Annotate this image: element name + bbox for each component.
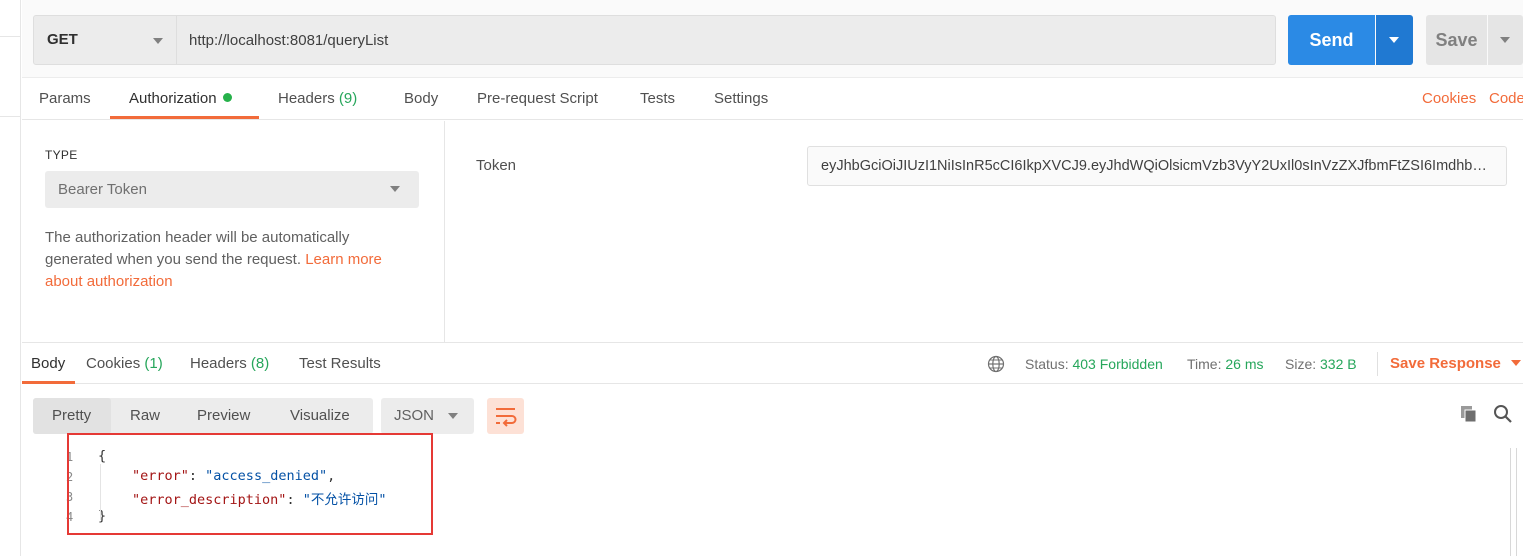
view-mode-tabs: Pretty Raw Preview Visualize [33,398,373,434]
copy-icon[interactable] [1459,404,1479,424]
tab-pre-request-script[interactable]: Pre-request Script [477,90,598,107]
auth-type-value: Bearer Token [58,181,147,198]
auth-token-panel: Token eyJhbGciOiJIUzI1NiIsInR5cCI6IkpXVC… [446,121,1523,342]
chevron-down-icon [1510,360,1521,366]
tab-label: Authorization [129,90,217,107]
active-tab-indicator [110,116,259,119]
wrap-icon [496,408,517,427]
status-dot-icon [222,93,232,102]
tab-response-cookies[interactable]: Cookies (1) [86,355,163,372]
tab-response-headers[interactable]: Headers (8) [190,355,269,372]
tab-tests[interactable]: Tests [640,90,675,107]
format-value: JSON [394,407,435,424]
tab-authorization[interactable]: Authorization [129,90,232,107]
help-text: The authorization header will be automat… [45,229,350,268]
tab-raw[interactable]: Raw [130,407,160,424]
token-label: Token [476,157,517,174]
save-options-button[interactable] [1488,15,1523,65]
token-value: eyJhbGciOiJIUzI1NiIsInR5cCI6IkpXVCJ9.eyJ… [821,158,1487,174]
auth-type-select[interactable]: Bearer Token [45,171,419,208]
tab-label: Headers [190,355,247,372]
annotation-box [67,433,433,535]
url-input[interactable]: http://localhost:8081/queryList [177,15,1276,65]
status-value: 403 Forbidden [1072,356,1163,372]
chevron-down-icon [1389,37,1399,43]
cookies-link[interactable]: Cookies [1422,90,1476,107]
method-select[interactable]: GET [33,15,177,65]
tab-label: Body [31,355,66,372]
divider [0,36,20,37]
size-label: Size: [1285,356,1317,372]
chevron-down-icon [1500,37,1510,43]
sidebar-edge [0,0,21,556]
request-panel: GET http://localhost:8081/queryList Send… [22,0,1523,556]
format-select[interactable]: JSON [381,398,474,434]
divider [0,116,20,117]
tab-response-body[interactable]: Body [31,355,65,372]
request-bar: GET http://localhost:8081/queryList Send… [22,0,1523,78]
chevron-down-icon [448,413,458,419]
tab-test-results[interactable]: Test Results [299,355,381,372]
tab-label: Cookies [86,355,141,372]
tab-headers[interactable]: Headers (9) [278,90,357,107]
tab-settings[interactable]: Settings [714,90,768,107]
tab-pretty[interactable]: Pretty [52,407,91,424]
tab-label: Headers [278,90,335,107]
tab-preview[interactable]: Preview [197,407,250,424]
tab-count: (1) [144,355,163,372]
time-label: Time: [1187,356,1222,372]
size-value: 332 B [1320,356,1357,372]
wrap-lines-button[interactable] [487,398,524,434]
auth-type-panel: TYPE Bearer Token The authorization head… [22,121,445,342]
type-label: TYPE [45,148,78,162]
tab-label: Pre-request Script [477,90,598,107]
method-value: GET [47,31,78,48]
tab-visualize[interactable]: Visualize [290,407,350,424]
time-info: Time: 26 ms [1187,356,1264,372]
code-link[interactable]: Code [1489,90,1523,107]
search-icon[interactable] [1493,404,1513,424]
active-tab-indicator [22,381,75,384]
tab-label: Params [39,90,91,107]
tab-label: Test Results [299,355,381,372]
scrollbar[interactable] [1510,448,1517,556]
send-button[interactable]: Send [1288,15,1375,65]
tab-count: (8) [250,355,270,372]
tab-count: (9) [338,90,358,107]
tab-label: Body [404,90,439,107]
save-response-label: Save Response [1390,355,1501,372]
request-tabs: Params Authorization Headers (9) Body Pr… [22,78,1523,120]
response-tabs: Body Cookies (1) Headers (8) Test Result… [22,342,1523,384]
time-value: 26 ms [1225,356,1264,372]
url-value: http://localhost:8081/queryList [189,32,389,49]
save-response-button[interactable]: Save Response [1390,355,1521,372]
size-info: Size: 332 B [1285,356,1357,372]
tab-params[interactable]: Params [39,90,91,107]
send-options-button[interactable] [1376,15,1413,65]
tab-label: Settings [714,90,769,107]
status-label: Status: [1025,356,1069,372]
chevron-down-icon [390,186,400,192]
globe-icon[interactable] [987,355,1005,373]
tab-body[interactable]: Body [404,90,438,107]
auth-help-text: The authorization header will be automat… [45,227,415,293]
tab-label: Tests [640,90,676,107]
divider [1377,352,1378,376]
chevron-down-icon [153,38,163,44]
save-button[interactable]: Save [1426,15,1487,65]
token-input[interactable]: eyJhbGciOiJIUzI1NiIsInR5cCI6IkpXVCJ9.eyJ… [807,146,1507,186]
status-badge: Status: 403 Forbidden [1025,356,1163,372]
